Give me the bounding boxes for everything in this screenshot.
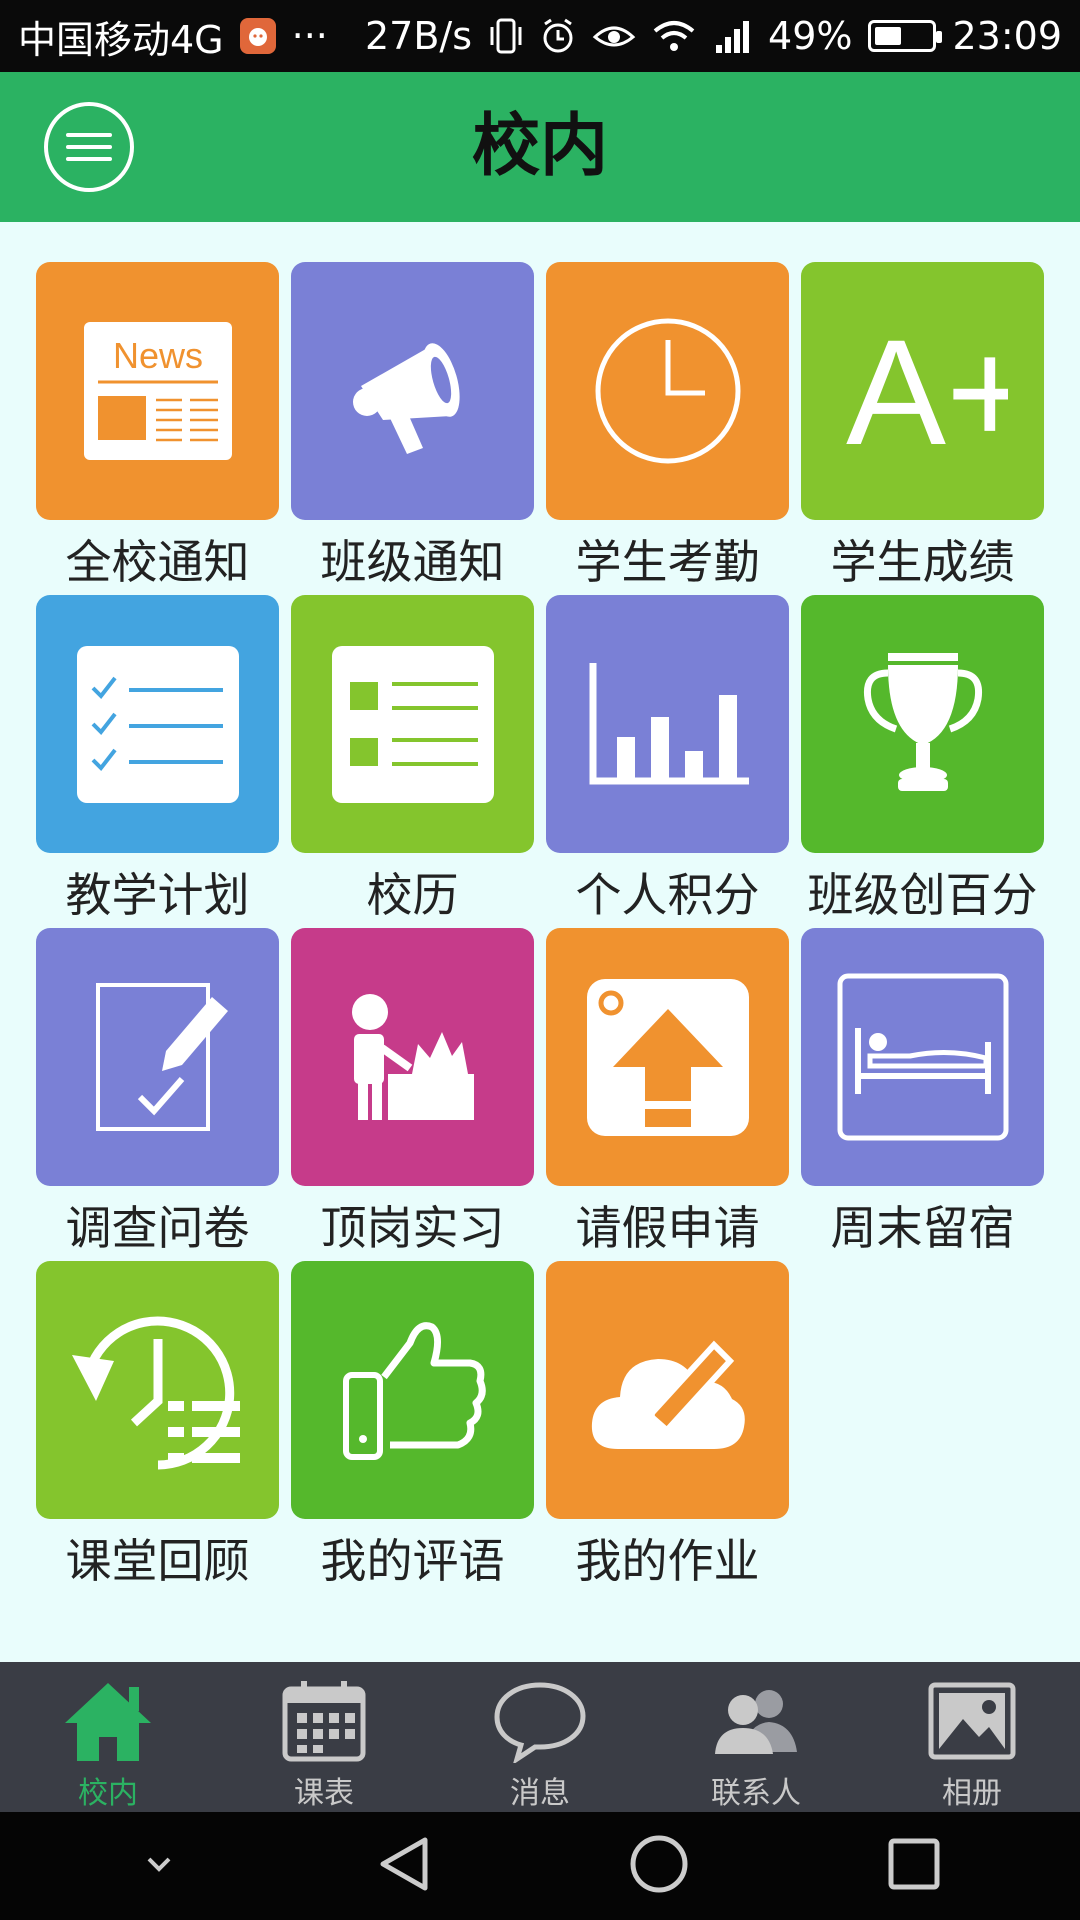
tile-label: 顶岗实习 xyxy=(320,1201,505,1255)
nav-tab-contacts[interactable]: 联系人 xyxy=(648,1662,864,1812)
grade-a-plus-icon: A+ xyxy=(801,262,1044,520)
nav-label: 相册 xyxy=(942,1776,1002,1811)
nav-tab-schedule[interactable]: 课表 xyxy=(216,1662,432,1812)
battery-fill xyxy=(875,27,902,45)
bed-icon xyxy=(801,928,1044,1186)
tile-my-homework[interactable]: 我的作业 xyxy=(546,1261,789,1594)
tile-label: 学生成绩 xyxy=(830,535,1015,589)
feature-grid: News 全校通知 班级通知 学生考勤 A+ 学生成绩 教学计划 校历 个人积分… xyxy=(36,262,1044,1594)
tile-label: 调查问卷 xyxy=(65,1201,250,1255)
tile-label: 全校通知 xyxy=(65,535,250,589)
home-circle-icon[interactable] xyxy=(629,1834,689,1898)
nav-label: 联系人 xyxy=(711,1776,801,1811)
vibrate-icon xyxy=(488,17,524,55)
survey-edit-icon xyxy=(36,928,279,1186)
alarm-icon xyxy=(540,17,576,55)
thumbs-up-icon xyxy=(291,1261,534,1519)
list-icon xyxy=(291,595,534,853)
tile-weekend-stay[interactable]: 周末留宿 xyxy=(801,928,1044,1261)
tile-class-review[interactable]: 课堂回顾 xyxy=(36,1261,279,1594)
tile-label: 班级通知 xyxy=(320,535,505,589)
tile-label: 校历 xyxy=(366,868,459,922)
signal-icon xyxy=(712,17,752,55)
nav-label: 校内 xyxy=(78,1776,138,1811)
trophy-icon xyxy=(801,595,1044,853)
history-icon xyxy=(36,1261,279,1519)
tile-label: 我的作业 xyxy=(575,1534,760,1588)
nav-label: 课表 xyxy=(294,1776,354,1811)
recents-icon[interactable] xyxy=(887,1837,941,1895)
page-title: 校内 xyxy=(471,107,608,186)
tile-school-calendar[interactable]: 校历 xyxy=(291,595,534,928)
tile-label: 个人积分 xyxy=(575,868,760,922)
internship-icon xyxy=(291,928,534,1186)
tile-grades[interactable]: A+ 学生成绩 xyxy=(801,262,1044,595)
nav-tab-campus[interactable]: 校内 xyxy=(0,1662,216,1812)
upload-icon xyxy=(546,928,789,1186)
news-icon-text: News xyxy=(112,335,202,376)
tile-attendance[interactable]: 学生考勤 xyxy=(546,262,789,595)
bar-chart-icon xyxy=(546,595,789,853)
wifi-icon xyxy=(652,19,696,53)
app-header: 校内 xyxy=(0,72,1080,222)
news-icon: News xyxy=(36,262,279,520)
contacts-icon xyxy=(711,1678,801,1764)
chevron-down-icon[interactable] xyxy=(139,1849,179,1883)
tile-class-hundred[interactable]: 班级创百分 xyxy=(801,595,1044,928)
calendar-icon xyxy=(281,1678,367,1764)
more-notifications: ··· xyxy=(291,14,328,58)
clock-time: 23:09 xyxy=(952,14,1062,58)
battery-icon xyxy=(868,20,943,52)
back-icon[interactable] xyxy=(377,1834,431,1898)
grade-glyph: A+ xyxy=(846,316,1008,466)
battery-percent: 49% xyxy=(768,14,853,58)
bottom-nav: 校内 课表 消息 联系人 相册 xyxy=(0,1662,1080,1812)
content-area: News 全校通知 班级通知 学生考勤 A+ 学生成绩 教学计划 校历 个人积分… xyxy=(0,222,1080,1662)
cloud-edit-icon xyxy=(546,1261,789,1519)
tile-internship[interactable]: 顶岗实习 xyxy=(291,928,534,1261)
tile-label: 周末留宿 xyxy=(830,1201,1015,1255)
eye-icon xyxy=(592,19,636,53)
nav-label: 消息 xyxy=(510,1776,570,1811)
tile-teaching-plan[interactable]: 教学计划 xyxy=(36,595,279,928)
home-icon xyxy=(63,1678,153,1764)
network-speed: 27B/s xyxy=(364,14,473,58)
tile-my-comments[interactable]: 我的评语 xyxy=(291,1261,534,1594)
tile-survey[interactable]: 调查问卷 xyxy=(36,928,279,1261)
nav-tab-messages[interactable]: 消息 xyxy=(432,1662,648,1812)
system-nav-bar xyxy=(0,1812,1080,1920)
tile-school-notice[interactable]: News 全校通知 xyxy=(36,262,279,595)
tile-label: 我的评语 xyxy=(320,1534,505,1588)
status-bar: 中国移动4G ··· 27B/s 49% 23:09 xyxy=(0,0,1080,72)
tile-label: 课堂回顾 xyxy=(65,1534,250,1588)
carrier-label: 中国移动4G xyxy=(18,17,224,62)
tile-label: 学生考勤 xyxy=(575,535,760,589)
tile-label: 教学计划 xyxy=(65,868,250,922)
checklist-icon xyxy=(36,595,279,853)
chat-bubble-icon xyxy=(493,1678,587,1764)
nav-tab-album[interactable]: 相册 xyxy=(864,1662,1080,1812)
tile-class-notice[interactable]: 班级通知 xyxy=(291,262,534,595)
clock-icon xyxy=(546,262,789,520)
tile-personal-points[interactable]: 个人积分 xyxy=(546,595,789,928)
megaphone-icon xyxy=(291,262,534,520)
notification-app-icon xyxy=(239,18,276,54)
tile-label: 请假申请 xyxy=(575,1201,760,1255)
photo-icon xyxy=(927,1678,1017,1764)
tile-label: 班级创百分 xyxy=(807,868,1038,922)
tile-leave-request[interactable]: 请假申请 xyxy=(546,928,789,1261)
